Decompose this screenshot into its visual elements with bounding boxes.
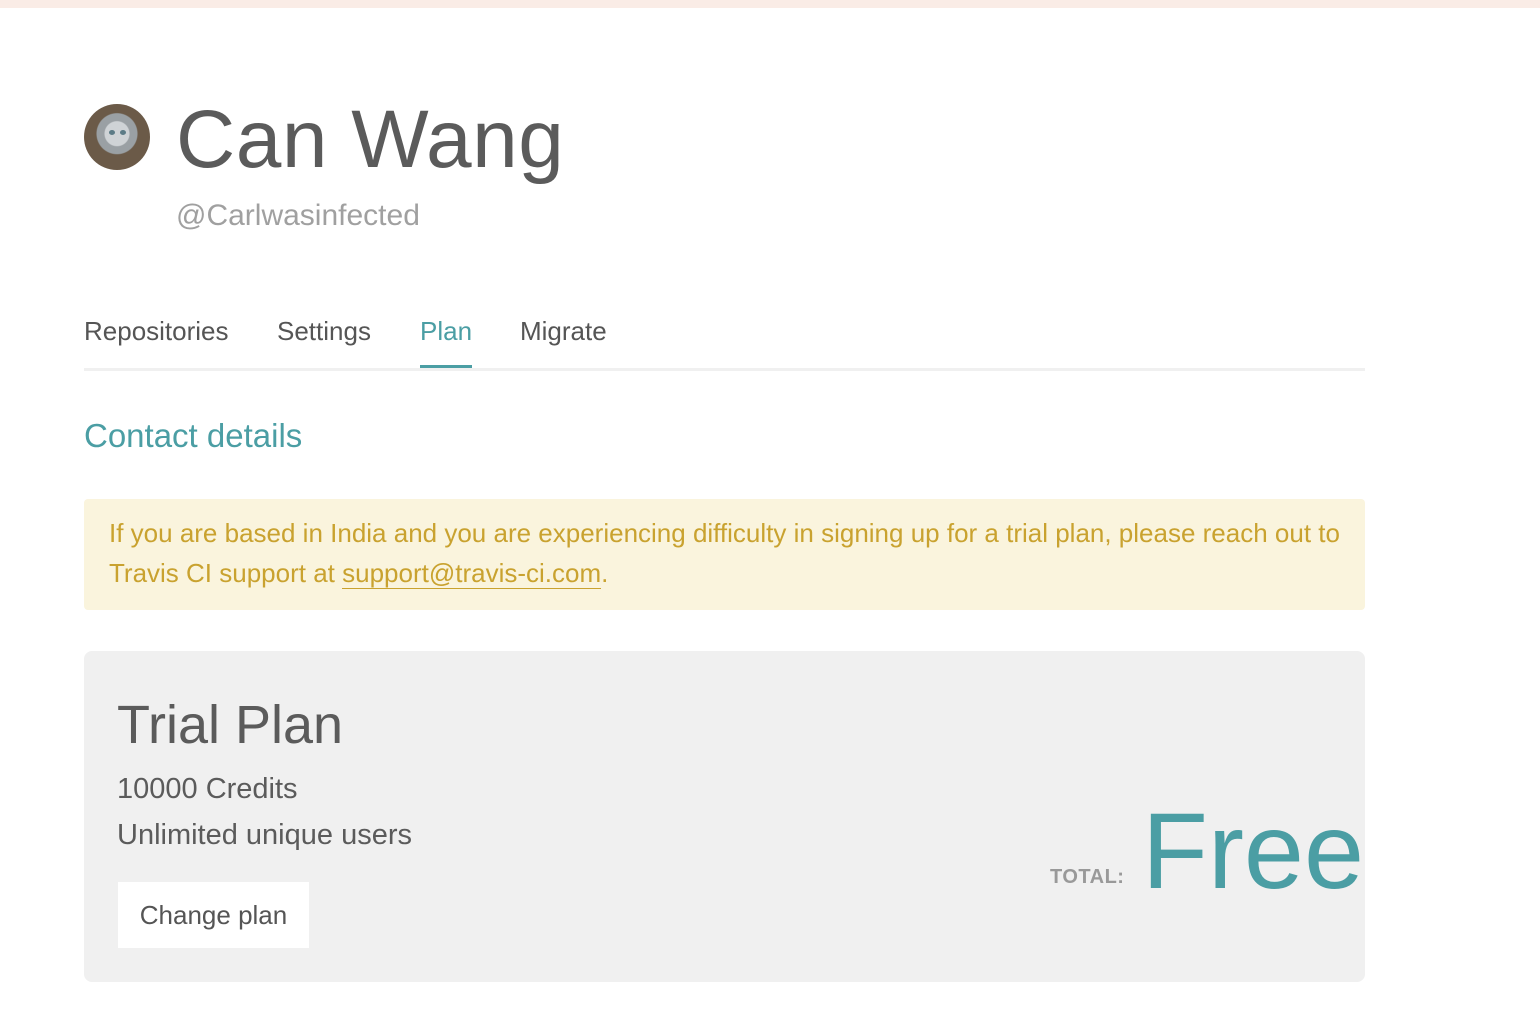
user-handle: @Carlwasinfected: [176, 199, 420, 232]
plan-card: Trial Plan 10000 Credits Unlimited uniqu…: [84, 651, 1365, 982]
tab-repositories[interactable]: Repositories: [84, 306, 229, 368]
account-tabs: Repositories Settings Plan Migrate: [84, 306, 1365, 371]
avatar-eye: [120, 130, 126, 135]
tab-settings[interactable]: Settings: [277, 306, 371, 368]
plan-users: Unlimited unique users: [117, 819, 412, 851]
plan-name: Trial Plan: [117, 695, 344, 755]
tab-plan[interactable]: Plan: [420, 306, 473, 368]
contact-details-link[interactable]: Contact details: [84, 414, 302, 458]
tab-migrate[interactable]: Migrate: [520, 306, 607, 368]
user-name: Can Wang: [176, 94, 565, 185]
plan-credits: 10000 Credits: [117, 773, 298, 805]
notice-text: If you are based in India and you are ex…: [109, 518, 1340, 588]
avatar-eye: [109, 130, 115, 135]
change-plan-button[interactable]: Change plan: [118, 882, 309, 948]
india-trial-notice: If you are based in India and you are ex…: [84, 499, 1365, 610]
avatar: [84, 104, 150, 170]
total-price: Free: [1142, 790, 1365, 911]
top-banner-strip: [0, 0, 1540, 8]
support-email-link[interactable]: support@travis-ci.com: [342, 558, 602, 589]
total-label: TOTAL:: [1050, 866, 1125, 888]
notice-suffix: .: [601, 558, 609, 588]
